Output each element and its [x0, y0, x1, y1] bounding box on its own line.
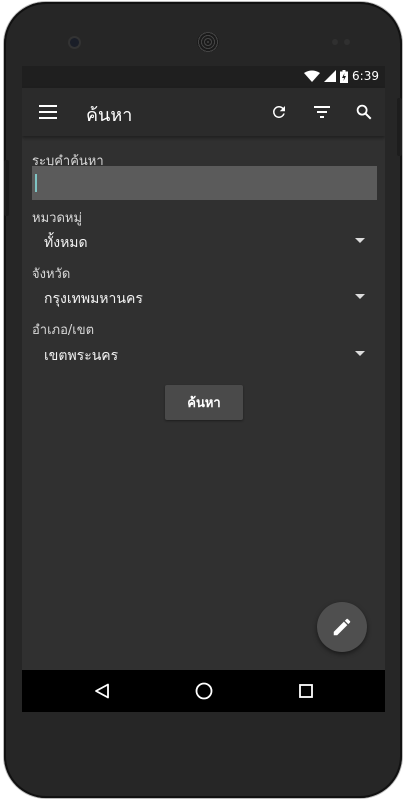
home-circle-icon[interactable]	[192, 679, 216, 703]
status-icons: 6:39	[304, 69, 379, 83]
text-cursor	[35, 174, 37, 192]
status-time: 6:39	[352, 69, 379, 83]
app-screen: 6:39 ค้นหา ระบุคำค้นหา หมวดหมู่ ทั้งหมด …	[22, 66, 385, 712]
sensor-dot	[332, 39, 338, 45]
edit-fab[interactable]	[317, 602, 367, 652]
province-value: กรุงเทพมหานคร	[44, 291, 143, 307]
province-label: จังหวัด	[32, 267, 71, 282]
category-label: หมวดหมู่	[32, 211, 83, 226]
sensor-dot	[344, 39, 350, 45]
district-label: อำเภอ/เขต	[32, 323, 95, 338]
battery-charging-icon	[340, 69, 349, 83]
dropdown-arrow-icon	[355, 238, 365, 243]
category-value: ทั้งหมด	[44, 235, 88, 251]
search-button[interactable]: ค้นหา	[165, 385, 243, 420]
front-camera	[70, 38, 79, 47]
signal-icon	[324, 70, 337, 82]
app-toolbar: ค้นหา	[22, 88, 385, 136]
keyword-input[interactable]	[32, 166, 377, 200]
page-title: ค้นหา	[86, 105, 133, 126]
category-select[interactable]: ทั้งหมด	[32, 226, 377, 256]
earpiece-speaker	[197, 32, 219, 52]
dropdown-arrow-icon	[355, 351, 365, 356]
district-value: เขตพระนคร	[44, 348, 119, 364]
district-select[interactable]: เขตพระนคร	[32, 339, 377, 369]
navigation-bar	[22, 670, 385, 712]
pencil-icon	[333, 618, 351, 636]
recents-square-icon[interactable]	[294, 679, 318, 703]
menu-icon[interactable]	[36, 100, 60, 124]
status-bar: 6:39	[22, 66, 385, 88]
refresh-icon[interactable]	[267, 100, 291, 124]
back-triangle-icon[interactable]	[90, 679, 114, 703]
side-button-right	[397, 98, 402, 156]
side-button-left	[4, 160, 9, 216]
filter-icon[interactable]	[310, 100, 334, 124]
dropdown-arrow-icon	[355, 294, 365, 299]
search-icon[interactable]	[352, 100, 376, 124]
wifi-icon	[304, 70, 321, 82]
province-select[interactable]: กรุงเทพมหานคร	[32, 282, 377, 312]
